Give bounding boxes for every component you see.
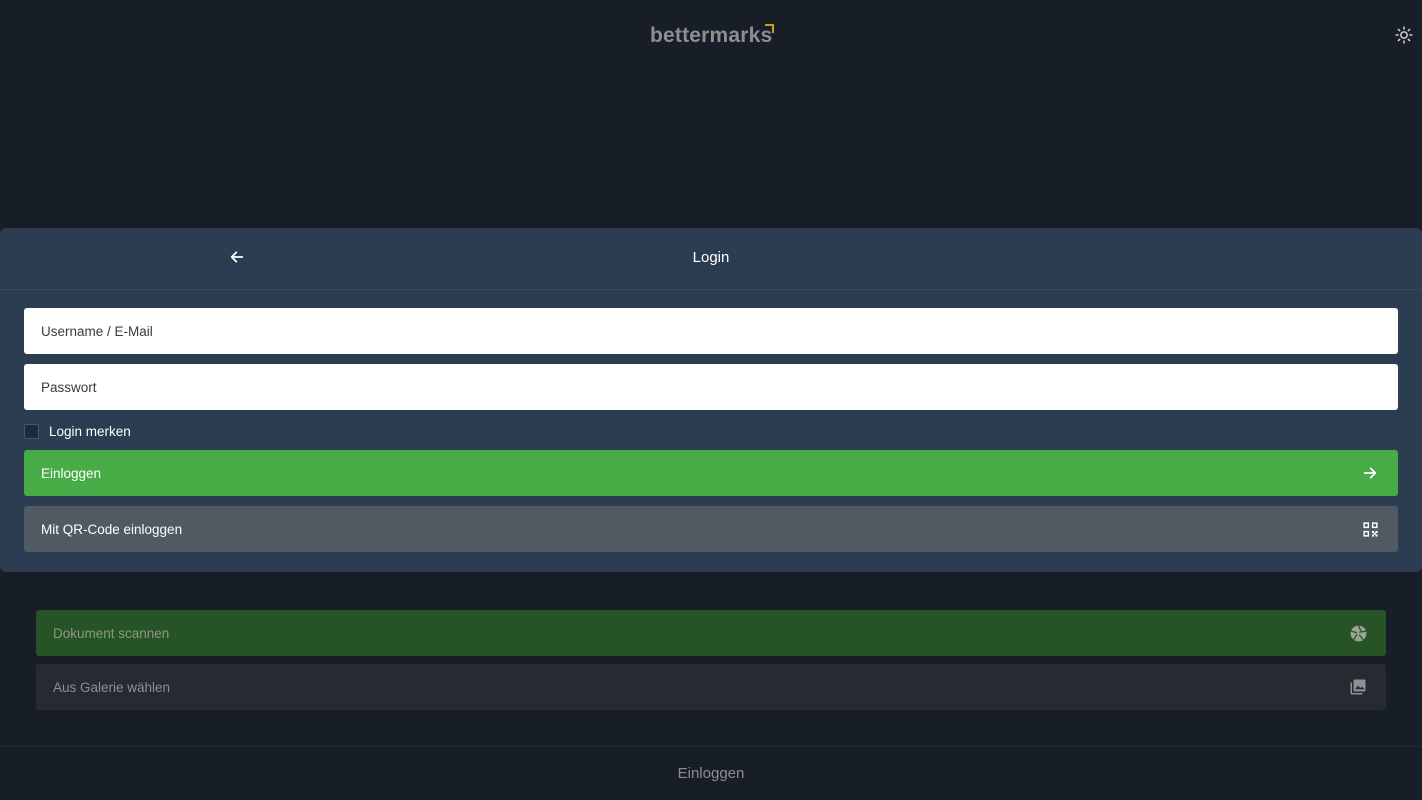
scan-document-label: Dokument scannen [53, 625, 170, 641]
username-input[interactable] [41, 323, 1398, 339]
footer-bar: Einloggen [0, 746, 1422, 800]
password-input[interactable] [41, 379, 1398, 395]
remember-login-label: Login merken [49, 423, 131, 439]
arrow-right-icon [1360, 463, 1380, 483]
sun-icon [1395, 25, 1413, 49]
logo-corner-mark [765, 24, 774, 33]
choose-from-gallery-label: Aus Galerie wählen [53, 679, 171, 695]
gallery-icon [1348, 677, 1368, 697]
app-screen: bettermarks Login Username / E-Mail Logi… [0, 0, 1422, 800]
login-sheet-header: Login [0, 228, 1422, 290]
username-field[interactable] [24, 308, 1398, 354]
password-field[interactable] [24, 364, 1398, 410]
bettermarks-logo: bettermarks [650, 24, 773, 47]
qr-code-icon [1360, 519, 1380, 539]
theme-toggle-button[interactable] [1393, 25, 1415, 49]
scan-document-button[interactable]: Dokument scannen [36, 610, 1386, 656]
remember-login-checkbox-row[interactable]: Login merken [24, 422, 131, 440]
remember-login-checkbox[interactable] [24, 423, 39, 439]
footer-login-link[interactable]: Einloggen [678, 765, 745, 782]
qr-login-button-label: Mit QR-Code einloggen [41, 521, 183, 537]
login-button-label: Einloggen [41, 465, 102, 481]
choose-from-gallery-button[interactable]: Aus Galerie wählen [36, 664, 1386, 710]
login-button[interactable]: Einloggen [24, 450, 1398, 496]
login-sheet: Login Login merken Einloggen Mit QR-Code… [0, 228, 1422, 572]
qr-login-button[interactable]: Mit QR-Code einloggen [24, 506, 1398, 552]
camera-shutter-icon [1348, 623, 1368, 643]
login-title: Login [692, 249, 730, 266]
